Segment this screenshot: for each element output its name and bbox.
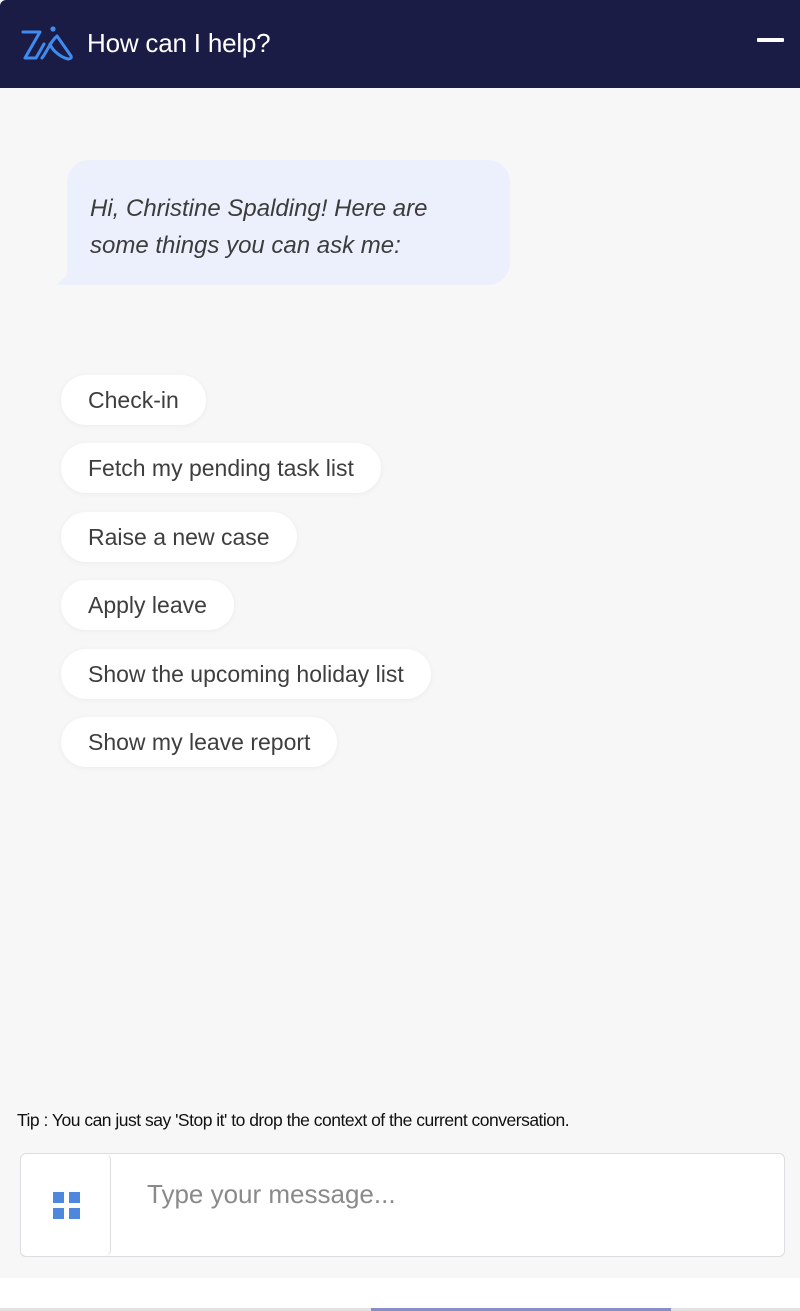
chat-header: How can I help? xyxy=(0,0,800,88)
menu-button[interactable] xyxy=(21,1154,111,1256)
chat-title: How can I help? xyxy=(87,28,271,58)
chat-body: Hi, Christine Spalding! Here are some th… xyxy=(0,88,800,1278)
bot-greeting-message: Hi, Christine Spalding! Here are some th… xyxy=(67,160,510,285)
suggestion-check-in[interactable]: Check-in xyxy=(61,375,206,425)
minimize-icon xyxy=(757,38,784,42)
tip-text: Tip : You can just say 'Stop it' to drop… xyxy=(17,1110,570,1130)
minimize-button[interactable] xyxy=(752,26,788,56)
message-input[interactable] xyxy=(117,1154,777,1256)
suggestion-leave-report[interactable]: Show my leave report xyxy=(61,716,338,767)
suggestion-raise-case[interactable]: Raise a new case xyxy=(61,511,297,562)
suggestion-pending-tasks[interactable]: Fetch my pending task list xyxy=(61,443,381,494)
message-composer xyxy=(20,1153,785,1257)
grid-menu-icon xyxy=(53,1192,80,1219)
zia-logo-icon xyxy=(21,26,73,61)
suggestion-holiday-list[interactable]: Show the upcoming holiday list xyxy=(61,648,431,699)
footer-strip xyxy=(0,1278,800,1311)
suggestion-apply-leave[interactable]: Apply leave xyxy=(61,580,234,631)
suggestion-list: Check-in Fetch my pending task list Rais… xyxy=(61,375,431,785)
